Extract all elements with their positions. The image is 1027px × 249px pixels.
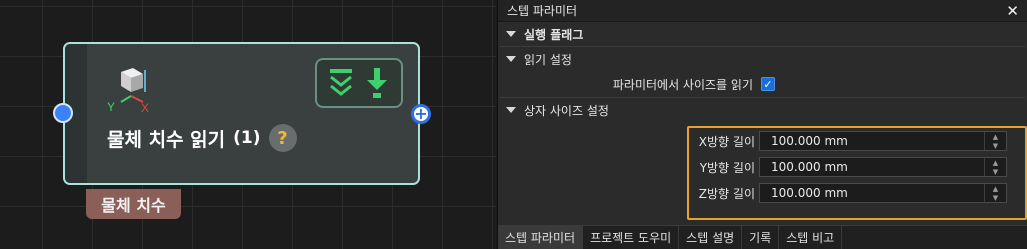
section-read-settings[interactable]: 읽기 설정 [498,47,1027,71]
expand-triangle-icon [506,107,516,113]
step-node-read-object-dimensions[interactable]: Y X 물체 치수 읽기 (1) ? [63,42,420,185]
input-port[interactable] [53,103,73,123]
box-size-highlight: X방향 길이 100.000 mm ▲ ▼ Y방향 길이 100.000 mm … [687,126,1027,220]
spin-down-icon[interactable]: ▼ [985,141,1006,150]
read-from-params-label: 파라미터에서 사이즈를 읽기 [612,77,753,92]
spin-up-icon[interactable]: ▲ [985,132,1006,141]
close-icon[interactable]: ✕ [1006,2,1019,20]
expand-triangle-icon [506,31,516,37]
y-length-stepper[interactable]: ▲ ▼ [984,158,1006,176]
section-title: 실행 플래그 [524,27,584,42]
field-row-z: Z방향 길이 100.000 mm ▲ ▼ [689,183,1007,203]
read-from-params-row: 파라미터에서 사이즈를 읽기 ✓ [498,71,1027,97]
field-row-y: Y방향 길이 100.000 mm ▲ ▼ [689,157,1007,177]
section-title: 읽기 설정 [524,52,572,67]
z-length-stepper[interactable]: ▲ ▼ [984,184,1006,202]
check-mark-icon: ✓ [763,77,773,91]
output-port-add-icon[interactable]: + [411,104,431,124]
node-title: 물체 치수 읽기 (1) ? [107,124,297,152]
y-length-value: 100.000 mm [771,160,848,174]
download-button[interactable] [362,66,392,100]
x-length-input[interactable]: 100.000 mm ▲ ▼ [759,131,1007,151]
spin-up-icon[interactable]: ▲ [985,184,1006,193]
collapse-chevron-icon [330,69,352,96]
axis-label-x: X [141,101,149,112]
tab-step-parameters[interactable]: 스텝 파라미터 [498,226,584,249]
graph-canvas[interactable]: Y X 물체 치수 읽기 (1) ? + 물체 치수 [0,0,496,249]
x-length-label: X방향 길이 [698,134,755,149]
section-box-size[interactable]: 상자 사이즈 설정 [498,98,1027,122]
z-length-label: Z방향 길이 [698,186,755,201]
output-tag[interactable]: 물체 치수 [86,189,181,219]
panel-title: 스텝 파라미터 [507,4,578,18]
read-from-params-checkbox[interactable]: ✓ [761,77,775,91]
x-length-stepper[interactable]: ▲ ▼ [984,132,1006,150]
node-action-group [315,58,403,108]
tab-history[interactable]: 기록 [742,226,780,249]
panel-tabs: 스텝 파라미터 프로젝트 도우미 스텝 설명 기록 스텝 비고 [498,225,1027,249]
y-length-input[interactable]: 100.000 mm ▲ ▼ [759,157,1007,177]
field-row-x: X방향 길이 100.000 mm ▲ ▼ [689,131,1007,151]
z-length-input[interactable]: 100.000 mm ▲ ▼ [759,183,1007,203]
section-title: 상자 사이즈 설정 [524,103,609,118]
cube-axes-icon: Y X [107,68,149,112]
spin-down-icon[interactable]: ▼ [985,167,1006,176]
spin-up-icon[interactable]: ▲ [985,158,1006,167]
help-glyph: ? [277,127,288,149]
step-parameters-panel: 스텝 파라미터 ✕ 실행 플래그 읽기 설정 파라미터에서 사이즈를 읽기 ✓ … [497,0,1027,249]
x-length-value: 100.000 mm [771,134,848,148]
expand-triangle-icon [506,56,516,62]
panel-header: 스텝 파라미터 ✕ [498,0,1027,22]
download-arrow-icon [367,68,387,98]
y-length-label: Y방향 길이 [699,160,755,175]
section-run-flag[interactable]: 실행 플래그 [498,22,1027,46]
z-length-value: 100.000 mm [771,186,848,200]
tab-project-assistant[interactable]: 프로젝트 도우미 [583,226,680,249]
tab-step-description[interactable]: 스텝 설명 [679,226,743,249]
help-icon[interactable]: ? [268,124,297,152]
spin-down-icon[interactable]: ▼ [985,193,1006,202]
tab-step-notes[interactable]: 스텝 비고 [779,226,843,249]
collapse-button[interactable] [326,66,356,100]
node-title-text: 물체 치수 읽기 [107,128,226,151]
axis-label-y: Y [107,100,115,112]
node-count: (1) [233,128,261,148]
